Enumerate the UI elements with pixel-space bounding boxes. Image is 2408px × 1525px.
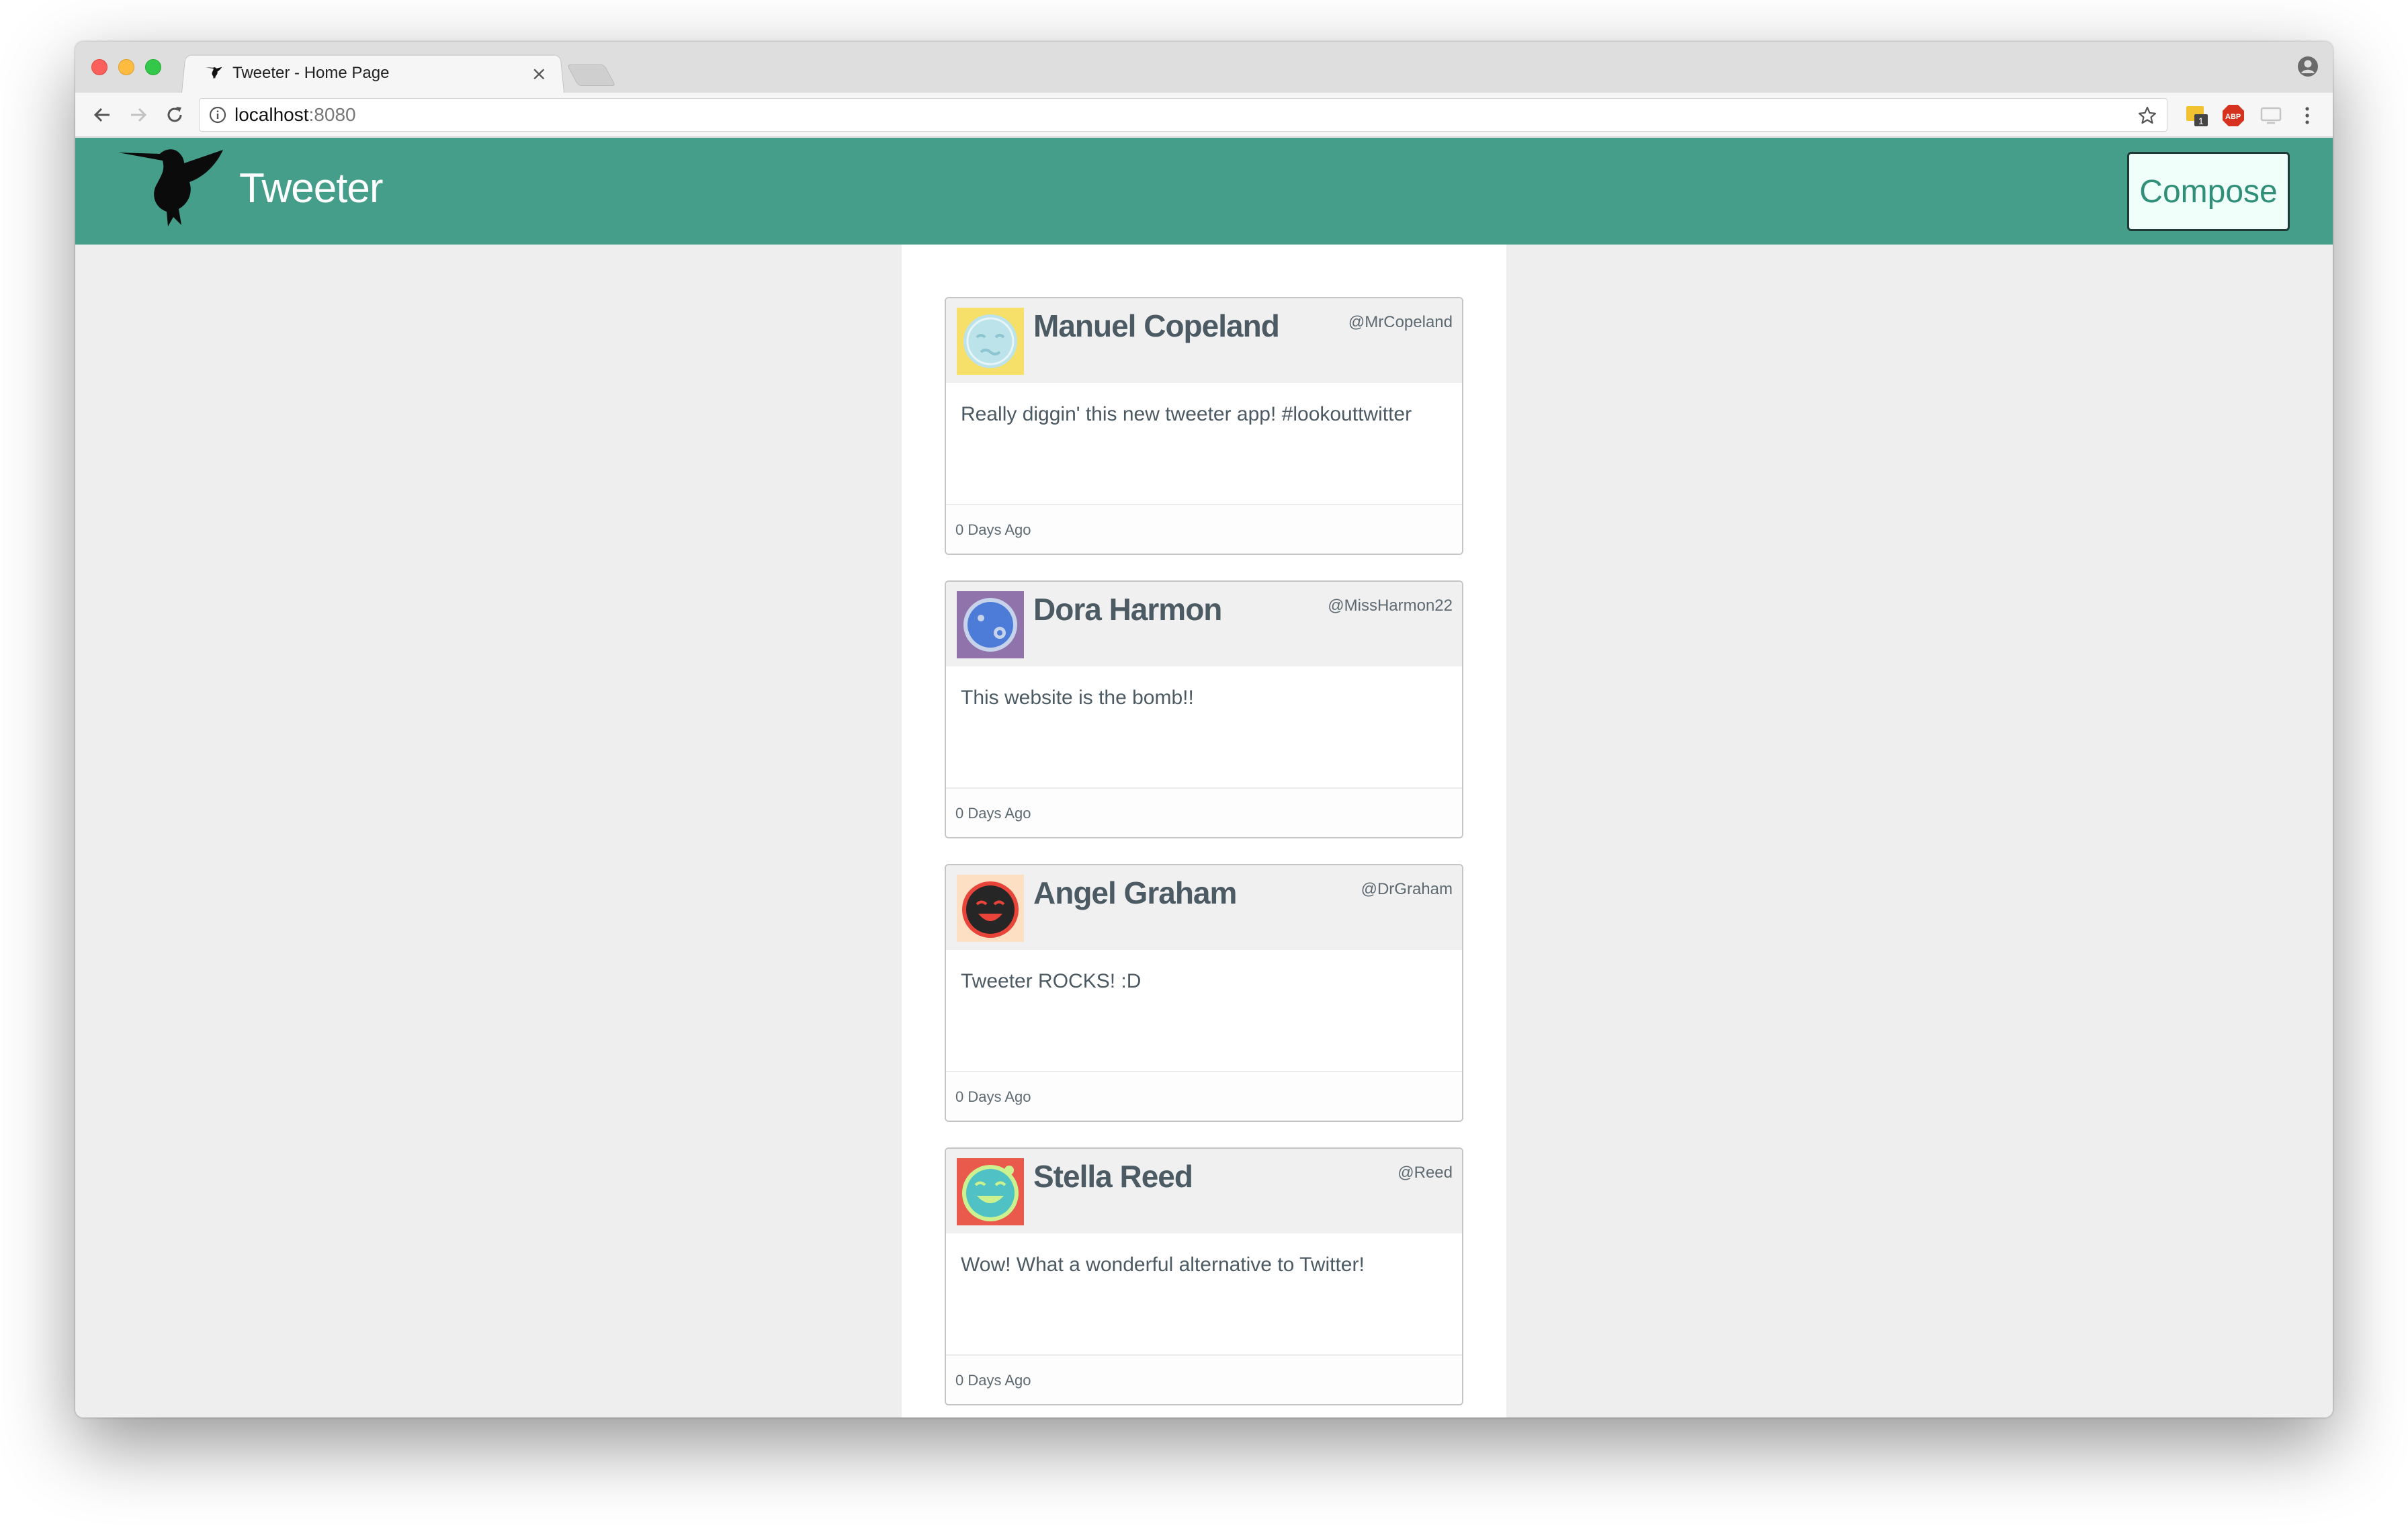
minimize-window-button[interactable] [118,59,134,75]
tweet-card: Manuel Copeland @MrCopeland Really diggi… [945,297,1463,555]
tweet-author-handle: @DrGraham [1361,880,1453,898]
forward-arrow-icon [131,107,147,122]
tweet-author-handle: @MrCopeland [1348,313,1453,331]
back-arrow-icon [93,107,110,122]
browser-tab-content[interactable]: Tweeter - Home Page × [195,54,558,93]
site-navbar: Tweeter Compose [75,138,2333,245]
browser-window: Tweeter - Home Page × localhost:8080 1 … [75,42,2333,1418]
hummingbird-logo-icon [118,149,223,226]
close-window-button[interactable] [91,59,108,75]
tweet-author-name: Dora Harmon [1033,592,1222,627]
reload-button[interactable] [161,101,188,128]
tweet-text: Tweeter ROCKS! :D [961,970,1142,992]
laughing-face-icon [957,875,1024,942]
hummingbird-favicon-icon [206,67,222,79]
tweet-header: Angel Graham @DrGraham [946,865,1462,950]
dizzy-face-icon [957,591,1024,658]
address-bar[interactable]: localhost:8080 [199,98,2167,132]
sleepy-face-icon [957,308,1024,375]
profile-icon[interactable] [2296,55,2319,78]
tweet-header: Dora Harmon @MissHarmon22 [946,582,1462,666]
tweet-card: Stella Reed @Reed Wow! What a wonderful … [945,1147,1463,1405]
tab-close-icon[interactable]: × [531,62,547,85]
laughing-tears-face-icon [957,1158,1024,1225]
tweet-author-name: Stella Reed [1033,1159,1193,1194]
adblock-icon[interactable]: ABP [2221,103,2245,128]
brand-title[interactable]: Tweeter [239,165,384,212]
browser-toolbar: localhost:8080 1 ABP [75,93,2333,137]
zoom-window-button[interactable] [145,59,161,75]
tweet-timestamp: 0 Days Ago [955,1372,1031,1389]
extension-badge: 1 [2198,116,2204,126]
tweet-timestamp: 0 Days Ago [955,521,1031,538]
reload-icon [167,107,182,122]
new-tab-button[interactable] [566,64,616,86]
back-button[interactable] [89,101,116,128]
tweet-card: Angel Graham @DrGraham Tweeter ROCKS! :D… [945,864,1463,1122]
tab-title: Tweeter - Home Page [232,64,390,82]
tweet-timestamp: 0 Days Ago [955,1088,1031,1105]
tweet-footer: 0 Days Ago [946,1071,1462,1121]
url-port: :8080 [308,104,356,125]
cast-icon[interactable] [2259,103,2283,128]
url-host: localhost [234,104,309,125]
tweet-footer: 0 Days Ago [946,504,1462,554]
tweet-footer: 0 Days Ago [946,787,1462,837]
forward-button[interactable] [125,101,152,128]
menu-dots-icon[interactable] [2295,103,2319,128]
tweet-author-handle: @Reed [1398,1164,1453,1182]
tweet-footer: 0 Days Ago [946,1354,1462,1404]
tweet-feed: Manuel Copeland @MrCopeland Really diggi… [902,245,1506,1418]
tweet-text: Really diggin' this new tweeter app! #lo… [961,403,1412,425]
info-icon[interactable] [209,106,226,124]
tab-strip: Tweeter - Home Page × [75,42,2333,93]
extension-calendar-icon[interactable]: 1 [2185,103,2209,128]
tweet-header: Manuel Copeland @MrCopeland [946,298,1462,383]
tweet-text: This website is the bomb!! [961,687,1194,709]
tweet-text: Wow! What a wonderful alternative to Twi… [961,1254,1365,1276]
tweet-header: Stella Reed @Reed [946,1149,1462,1233]
tweet-card: Dora Harmon @MissHarmon22 This website i… [945,580,1463,838]
bookmark-star-icon[interactable] [2137,105,2157,126]
adblock-label: ABP [2225,113,2241,121]
tweet-author-name: Angel Graham [1033,875,1237,910]
page-content: Tweeter Compose Manuel Copeland @MrCopel… [75,138,2333,1418]
compose-button[interactable]: Compose [2127,152,2290,231]
tweet-timestamp: 0 Days Ago [955,805,1031,822]
tweet-author-name: Manuel Copeland [1033,308,1280,343]
tweet-author-handle: @MissHarmon22 [1328,597,1453,615]
